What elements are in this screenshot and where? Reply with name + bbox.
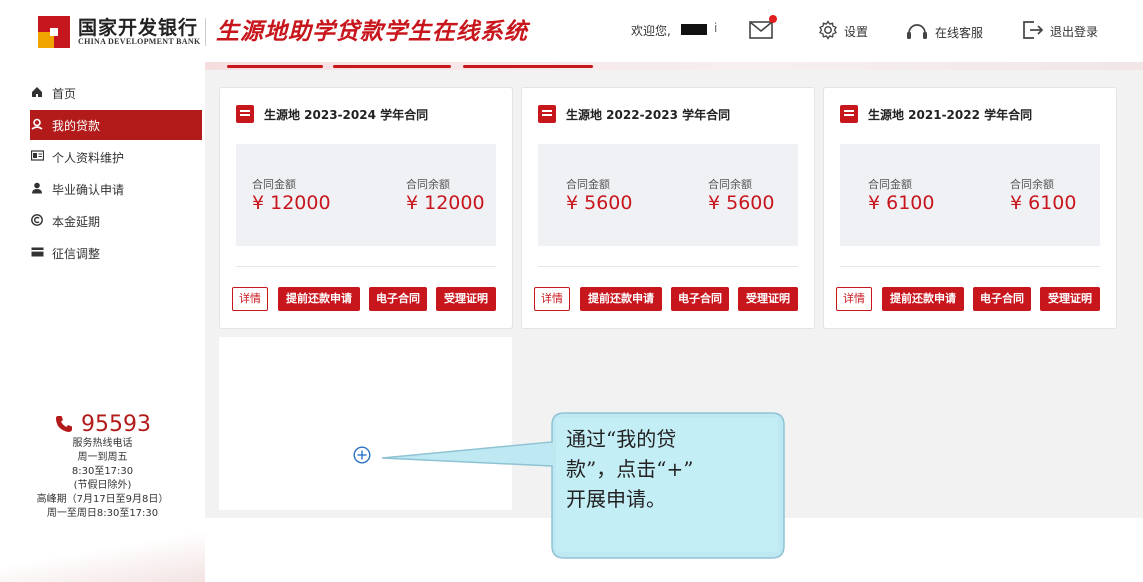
banner-tab-indicator: [333, 65, 451, 68]
callout-line: 通过“我的贷: [566, 427, 677, 451]
sidebar-item-label: 首页: [52, 86, 77, 101]
bank-name-en: CHINA DEVELOPMENT BANK: [78, 37, 201, 46]
callout-text: 通过“我的贷 款”，点击“+” 开展申请。: [566, 424, 766, 514]
contract-icon: [840, 105, 858, 123]
hotline-peak: 高峰期（7月17日至9月8日）: [36, 494, 169, 505]
hotline-label: 服务热线电话: [72, 438, 133, 449]
sidebar: 首页 我的贷款 个人资料维护 毕业确认申请 本金延期 征信调整 95593 服务…: [0, 62, 205, 582]
contract-card: 生源地 2021-2022 学年合同 合同金额 ¥ 6100 合同余额 ¥ 61…: [823, 87, 1117, 329]
prepay-button[interactable]: 提前还款申请: [580, 287, 662, 311]
sidebar-item-label: 我的贷款: [52, 118, 101, 133]
sidebar-item-label: 本金延期: [52, 214, 101, 229]
details-button[interactable]: 详情: [836, 287, 872, 311]
contract-summary-panel: 合同金额 ¥ 12000 合同余额 ¥ 12000: [236, 144, 496, 246]
username-suffix: i: [714, 21, 718, 35]
logout-label: 退出登录: [1050, 25, 1099, 39]
username-redacted: [681, 24, 707, 35]
balance-label: 合同余额: [406, 178, 450, 191]
logout-icon: [1022, 20, 1044, 43]
balance-value: ¥ 5600: [708, 192, 775, 214]
hotline-block: 95593 服务热线电话 周一到周五 8:30至17:30 (节假日除外) 高峰…: [0, 412, 205, 521]
online-service-button[interactable]: 在线客服: [905, 20, 983, 45]
header: 国家开发银行 CHINA DEVELOPMENT BANK 生源地助学贷款学生在…: [0, 0, 1143, 62]
contract-icon: [236, 105, 254, 123]
top-banner: [205, 62, 1143, 70]
balance-label: 合同余额: [1010, 178, 1054, 191]
sidebar-item-my-loans[interactable]: 我的贷款: [30, 110, 202, 140]
contract-icon: [538, 105, 556, 123]
amount-value: ¥ 5600: [566, 192, 633, 214]
econtract-button[interactable]: 电子合同: [973, 287, 1031, 311]
online-service-label: 在线客服: [935, 26, 984, 40]
welcome-text: 欢迎您,: [631, 24, 671, 38]
card-divider: [840, 266, 1100, 267]
prepay-button[interactable]: 提前还款申请: [882, 287, 964, 311]
certificate-button[interactable]: 受理证明: [1040, 287, 1100, 311]
graduate-icon: [30, 182, 44, 197]
bank-logo-icon: [38, 16, 70, 48]
sidebar-item-graduation[interactable]: 毕业确认申请: [30, 174, 202, 204]
plus-circle-icon[interactable]: [353, 446, 371, 464]
balance-value: ¥ 6100: [1010, 192, 1077, 214]
amount-label: 合同金额: [252, 178, 296, 191]
logout-button[interactable]: 退出登录: [1022, 20, 1098, 43]
contract-title: 生源地 2021-2022 学年合同: [868, 108, 1033, 122]
prepay-button[interactable]: 提前还款申请: [278, 287, 360, 311]
certificate-button[interactable]: 受理证明: [436, 287, 496, 311]
notification-dot: [769, 15, 777, 23]
add-loan-card[interactable]: [219, 337, 512, 510]
hotline-number-text: 95593: [81, 412, 151, 437]
callout-line: 开展申请。: [566, 487, 666, 511]
id-card-icon: [30, 150, 44, 164]
contract-summary-panel: 合同金额 ¥ 6100 合同余额 ¥ 6100: [840, 144, 1100, 246]
mail-icon[interactable]: [749, 15, 777, 40]
sidebar-item-label: 毕业确认申请: [52, 182, 125, 197]
sidebar-item-profile[interactable]: 个人资料维护: [30, 142, 202, 172]
econtract-button[interactable]: 电子合同: [671, 287, 729, 311]
econtract-button[interactable]: 电子合同: [369, 287, 427, 311]
sidebar-item-label: 征信调整: [52, 246, 101, 261]
hotline-hours: 8:30至17:30: [71, 466, 134, 477]
amount-value: ¥ 6100: [868, 192, 935, 214]
home-icon: [30, 86, 44, 101]
system-title: 生源地助学贷款学生在线系统: [216, 19, 528, 45]
callout-line: 款”，点击“+”: [566, 457, 694, 481]
hotline-holiday: (节假日除外): [73, 480, 132, 491]
bank-name-cn: 国家开发银行: [78, 17, 199, 39]
card-divider: [236, 266, 496, 267]
banner-tab-indicator: [463, 65, 593, 68]
contract-title: 生源地 2023-2024 学年合同: [264, 108, 429, 122]
settings-button[interactable]: 设置: [818, 20, 868, 43]
sidebar-item-label: 个人资料维护: [52, 150, 125, 165]
sidebar-item-home[interactable]: 首页: [30, 78, 202, 108]
balance-value: ¥ 12000: [406, 192, 485, 214]
phone-icon: [54, 412, 81, 437]
header-divider: [205, 18, 206, 46]
amount-value: ¥ 12000: [252, 192, 331, 214]
hotline-peak-hours: 周一至周日8:30至17:30: [46, 508, 159, 519]
hotline-days: 周一到周五: [77, 452, 128, 463]
details-button[interactable]: 详情: [232, 287, 268, 311]
amount-label: 合同金额: [868, 178, 912, 191]
copyright-icon: [30, 213, 44, 229]
banner-tab-indicator: [227, 65, 323, 68]
contract-summary-panel: 合同金额 ¥ 5600 合同余额 ¥ 5600: [538, 144, 798, 246]
credit-card-icon: [30, 246, 44, 260]
card-divider: [538, 266, 798, 267]
contract-card: 生源地 2022-2023 学年合同 合同金额 ¥ 5600 合同余额 ¥ 56…: [521, 87, 815, 329]
gear-icon: [818, 20, 838, 43]
contract-card: 生源地 2023-2024 学年合同 合同金额 ¥ 12000 合同余额 ¥ 1…: [219, 87, 513, 329]
sidebar-item-deferral[interactable]: 本金延期: [30, 206, 202, 236]
sidebar-item-credit[interactable]: 征信调整: [30, 238, 202, 268]
details-button[interactable]: 详情: [534, 287, 570, 311]
certificate-button[interactable]: 受理证明: [738, 287, 798, 311]
balance-label: 合同余额: [708, 178, 752, 191]
contract-title: 生源地 2022-2023 学年合同: [566, 108, 731, 122]
headset-icon: [905, 20, 929, 45]
loan-icon: [30, 118, 44, 133]
hotline-number: 95593: [0, 412, 205, 437]
amount-label: 合同金额: [566, 178, 610, 191]
settings-label: 设置: [844, 25, 869, 39]
